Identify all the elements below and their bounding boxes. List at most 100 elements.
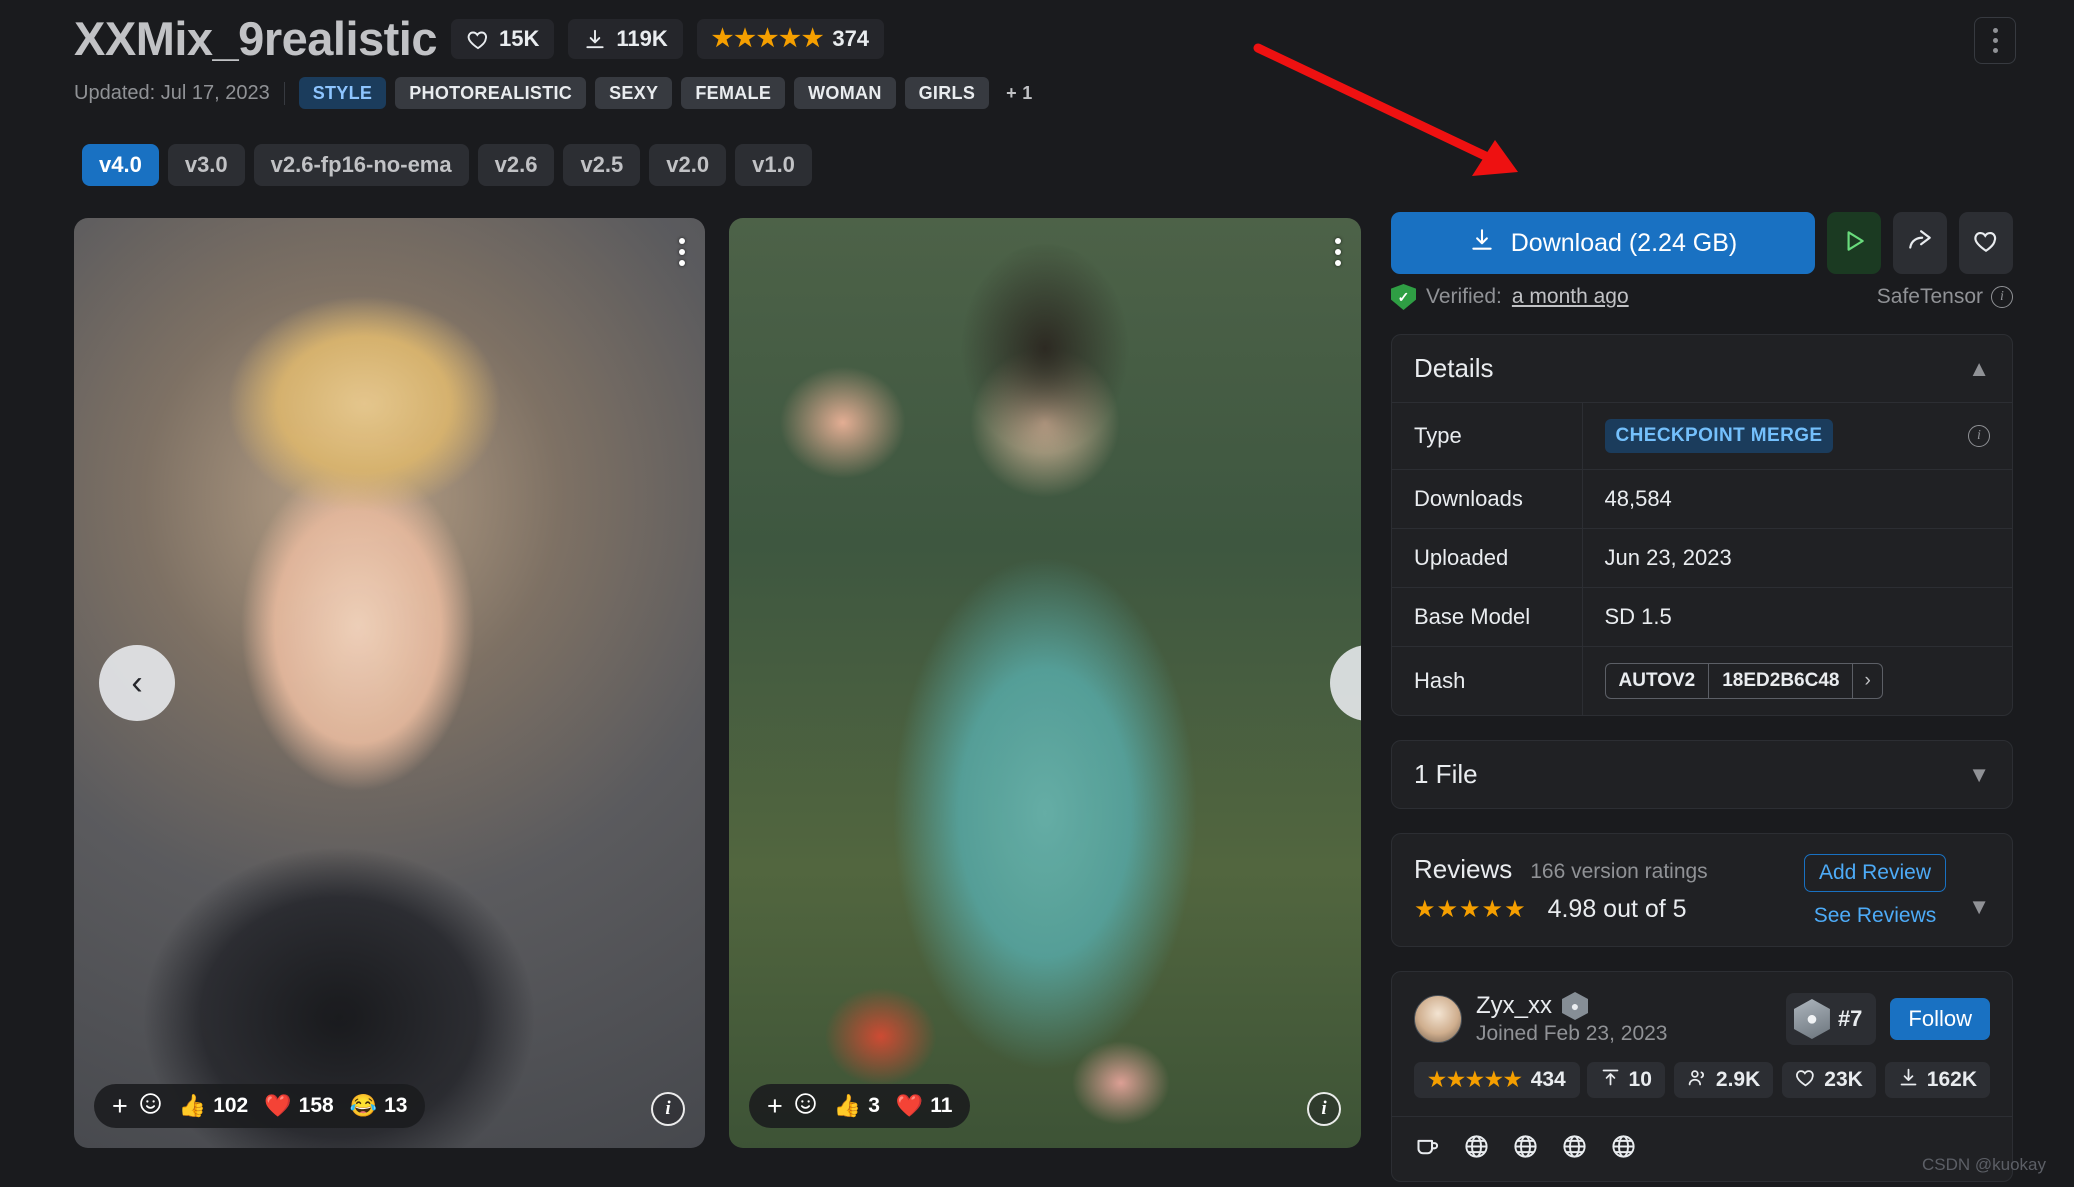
creator-followers-stat[interactable]: 2.9K [1673,1062,1774,1098]
reaction-laugh[interactable]: 😂 13 [350,1094,408,1118]
verified-info: ✓ Verified: a month ago [1391,284,1629,310]
image-reactions-bar-2: + 👍 3 ❤️ 11 [749,1084,971,1128]
reviews-title: Reviews [1414,854,1513,884]
more-tags-button[interactable]: + 1 [998,77,1040,109]
reviews-body: Reviews 166 version ratings ★ ★ ★ ★ ★ 4.… [1392,834,2012,946]
add-reaction-button[interactable]: + [112,1092,128,1120]
gallery-image-2[interactable]: › + 👍 3 ❤️ 11 [729,218,1361,1148]
star-icon: ★ [1484,1069,1503,1091]
creator-joined: Joined Feb 23, 2023 [1476,1022,1668,1045]
star-icon: ★ [1504,895,1526,923]
tag-girls[interactable]: GIRLS [904,77,990,110]
gallery-prev-button[interactable]: ‹ [99,645,175,721]
version-button-v2-0[interactable]: v2.0 [649,144,727,186]
version-button-v4-0[interactable]: v4.0 [82,144,159,186]
star-icon: ★ [801,25,824,53]
detail-key-downloads: Downloads [1392,469,1583,529]
download-icon [1898,1067,1919,1094]
gallery-image-1[interactable]: ‹ + 👍 102 ❤️ 158 😂 13 i [74,218,705,1148]
version-button-v1-0[interactable]: v1.0 [735,144,812,186]
reaction-thumbsup[interactable]: 👍 102 [179,1094,248,1118]
updated-date: Updated: Jul 17, 2023 [74,81,285,105]
play-icon [1841,228,1867,259]
creator-stats: ★ ★ ★ ★ ★ 434 10 2.9K 23K 162K [1414,1062,1990,1116]
download-row: Download (2.24 GB) [1391,212,2013,274]
rating-stat[interactable]: ★ ★ ★ ★ ★ 374 [696,19,885,60]
creator-name[interactable]: Zyx_xx [1476,992,1552,1020]
tag-sexy[interactable]: SEXY [595,77,673,110]
creator-rating[interactable]: ★ ★ ★ ★ ★ 434 [1414,1062,1580,1098]
version-button-v2-6-fp16-no-ema[interactable]: v2.6-fp16-no-ema [253,144,469,186]
hash-chip[interactable]: AUTOV2 18ED2B6C48 › [1604,663,1883,699]
image-info-button[interactable]: i [651,1092,685,1126]
thumbsup-icon: 👍 [833,1093,862,1118]
globe-icon[interactable] [1610,1133,1637,1165]
version-button-v3-0[interactable]: v3.0 [167,144,245,186]
chevron-down-icon[interactable]: ▼ [1968,894,1990,920]
verified-timestamp[interactable]: a month ago [1512,285,1629,309]
info-icon[interactable]: i [1968,425,1990,447]
creator-uploads-stat[interactable]: 10 [1586,1062,1665,1098]
star-rating: ★ ★ ★ ★ ★ [712,27,824,51]
tag-style[interactable]: STYLE [298,77,387,110]
likes-stat[interactable]: 15K [451,19,555,60]
image-options-menu-button[interactable] [1335,238,1341,266]
creator-downloads-stat[interactable]: 162K [1884,1062,1990,1098]
creator-identity[interactable]: Zyx_xx ● Joined Feb 23, 2023 [1414,992,1667,1046]
run-model-button[interactable] [1827,212,1881,274]
reaction-heart[interactable]: ❤️ 158 [264,1094,333,1118]
star-icon: ★ [1446,1069,1465,1091]
add-reaction-button[interactable]: + [767,1092,783,1120]
dot-icon [1335,249,1341,255]
globe-icon[interactable] [1463,1133,1490,1165]
version-button-v2-5[interactable]: v2.5 [563,144,641,186]
tag-female[interactable]: FEMALE [681,77,786,110]
coffee-icon[interactable] [1414,1133,1441,1165]
dot-icon [1335,238,1341,244]
download-button[interactable]: Download (2.24 GB) [1391,212,1815,274]
reaction-heart[interactable]: ❤️ 11 [896,1094,953,1118]
share-button[interactable] [1893,212,1947,274]
page-options-menu-button[interactable] [1974,17,2016,64]
palette-icon: ● [1793,999,1830,1039]
creator-rank: #7 [1837,1006,1863,1031]
version-button-v2-6[interactable]: v2.6 [477,144,555,186]
add-review-button[interactable]: Add Review [1803,854,1946,892]
details-card-header[interactable]: Details ▲ [1392,335,2012,402]
followers-icon [1687,1067,1708,1094]
smiley-icon[interactable] [793,1091,818,1122]
reviews-card: Reviews 166 version ratings ★ ★ ★ ★ ★ 4.… [1391,833,2013,947]
table-row: Hash AUTOV2 18ED2B6C48 › [1392,646,2012,716]
page-title: XXMix_9realistic [74,12,438,65]
image-reactions-bar-1: + 👍 102 ❤️ 158 😂 13 [94,1084,426,1128]
tag-photorealistic[interactable]: PHOTOREALISTIC [395,77,587,110]
tag-woman[interactable]: WOMAN [794,77,896,110]
image-options-menu-button[interactable] [679,238,685,266]
type-badge[interactable]: CHECKPOINT MERGE [1604,419,1834,453]
detail-value-hash: AUTOV2 18ED2B6C48 › [1582,647,2012,716]
favorite-button[interactable] [1959,212,2013,274]
share-icon [1907,228,1933,259]
avatar[interactable] [1414,995,1462,1043]
creator-rank-badge[interactable]: ● #7 [1785,993,1877,1045]
files-card-header[interactable]: 1 File ▼ [1392,741,2012,808]
globe-icon[interactable] [1561,1133,1588,1165]
star-icon: ★ [711,25,734,53]
star-icon: ★ [1459,895,1481,923]
star-icon: ★ [779,25,801,53]
info-icon[interactable]: i [1991,286,2013,308]
see-reviews-link[interactable]: See Reviews [1804,904,1946,928]
detail-value-base-model: SD 1.5 [1604,604,1672,629]
safetensor-info: SafeTensor i [1877,285,2013,309]
globe-icon[interactable] [1512,1133,1539,1165]
image-info-button[interactable]: i [1307,1092,1341,1126]
rating-count: 374 [832,26,870,52]
downloads-stat[interactable]: 119K [568,19,683,60]
creator-likes-stat[interactable]: 23K [1782,1062,1876,1098]
chevron-left-icon: ‹ [131,663,143,702]
chevron-right-icon[interactable]: › [1852,664,1881,698]
reaction-thumbsup[interactable]: 👍 3 [834,1094,880,1118]
smiley-icon[interactable] [138,1091,163,1122]
table-row: Type CHECKPOINT MERGE i [1392,402,2012,470]
follow-button[interactable]: Follow [1890,998,1990,1040]
